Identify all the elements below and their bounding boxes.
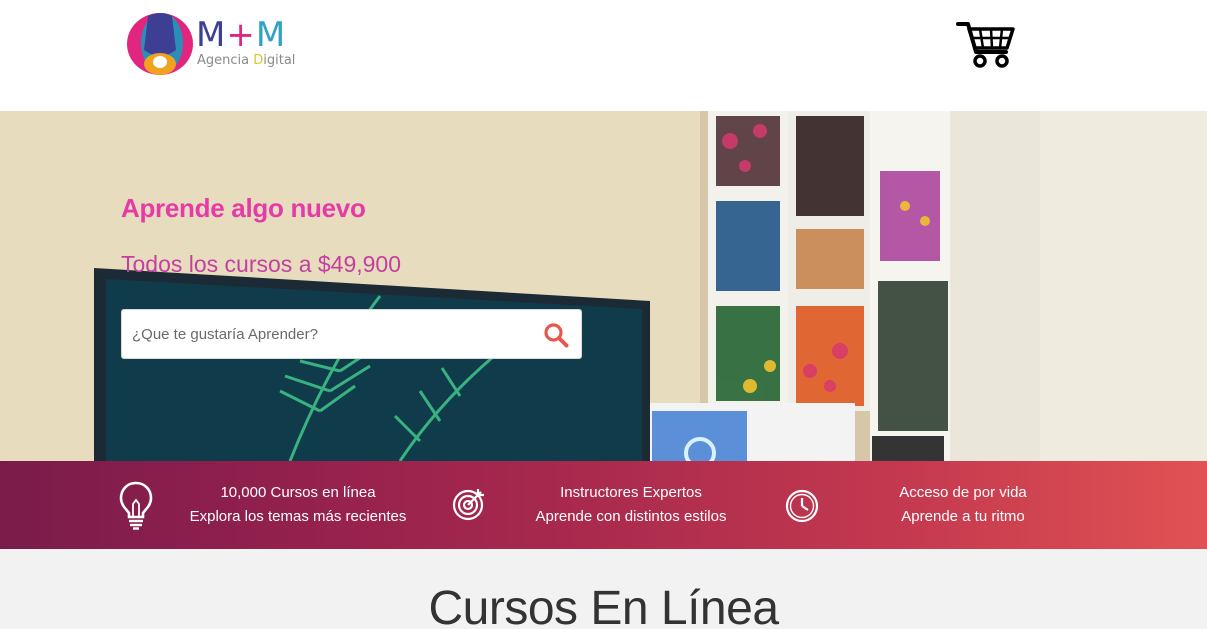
feature-instructors: Instructores Expertos Aprende con distin… xyxy=(506,481,756,529)
feature-access: Acceso de por vida Aprende a tu ritmo xyxy=(838,481,1088,529)
logo-title-m2: M xyxy=(255,15,287,55)
logo-subtitle-part1: Agencia xyxy=(197,53,254,68)
features-band: 10,000 Cursos en línea Explora los temas… xyxy=(0,461,1207,549)
logo-title: M+M xyxy=(196,16,286,54)
feature-access-line2: Aprende a tu ritmo xyxy=(901,508,1025,525)
logo-title-m1: M xyxy=(196,15,227,55)
feature-instructors-line2: Aprende con distintos estilos xyxy=(535,508,727,525)
site-logo[interactable]: M+M Agencia Digital xyxy=(126,10,306,78)
site-header: M+M Agencia Digital xyxy=(0,0,1207,111)
feature-courses-line2: Explora los temas más recientes xyxy=(189,508,407,525)
clock-icon xyxy=(785,489,819,523)
feature-access-line1: Acceso de por vida xyxy=(899,484,1027,501)
logo-subtitle: Agencia Digital xyxy=(197,53,295,69)
course-search-input[interactable] xyxy=(122,310,522,358)
feature-instructors-line1: Instructores Expertos xyxy=(560,484,702,501)
feature-courses: 10,000 Cursos en línea Explora los temas… xyxy=(173,481,423,529)
target-icon xyxy=(452,489,484,521)
hero-title: Aprende algo nuevo xyxy=(121,193,366,223)
hero-background-image xyxy=(0,111,1207,461)
logo-subtitle-d: D xyxy=(253,53,264,68)
courses-section-title: Cursos En Línea xyxy=(428,582,779,629)
hero-banner: Aprende algo nuevo Todos los cursos a $4… xyxy=(0,111,1207,461)
logo-title-plus: + xyxy=(226,15,256,55)
course-search-box xyxy=(121,309,582,359)
shopping-cart-icon[interactable] xyxy=(956,18,1016,70)
courses-section: Cursos En Línea xyxy=(0,549,1207,629)
search-icon[interactable] xyxy=(543,322,569,348)
hero-subtitle: Todos los cursos a $49,900 xyxy=(121,251,402,277)
lightbulb-icon xyxy=(119,481,153,530)
logo-mark-icon xyxy=(127,13,193,75)
feature-courses-line1: 10,000 Cursos en línea xyxy=(220,484,376,501)
logo-subtitle-part3: igital xyxy=(263,53,296,68)
